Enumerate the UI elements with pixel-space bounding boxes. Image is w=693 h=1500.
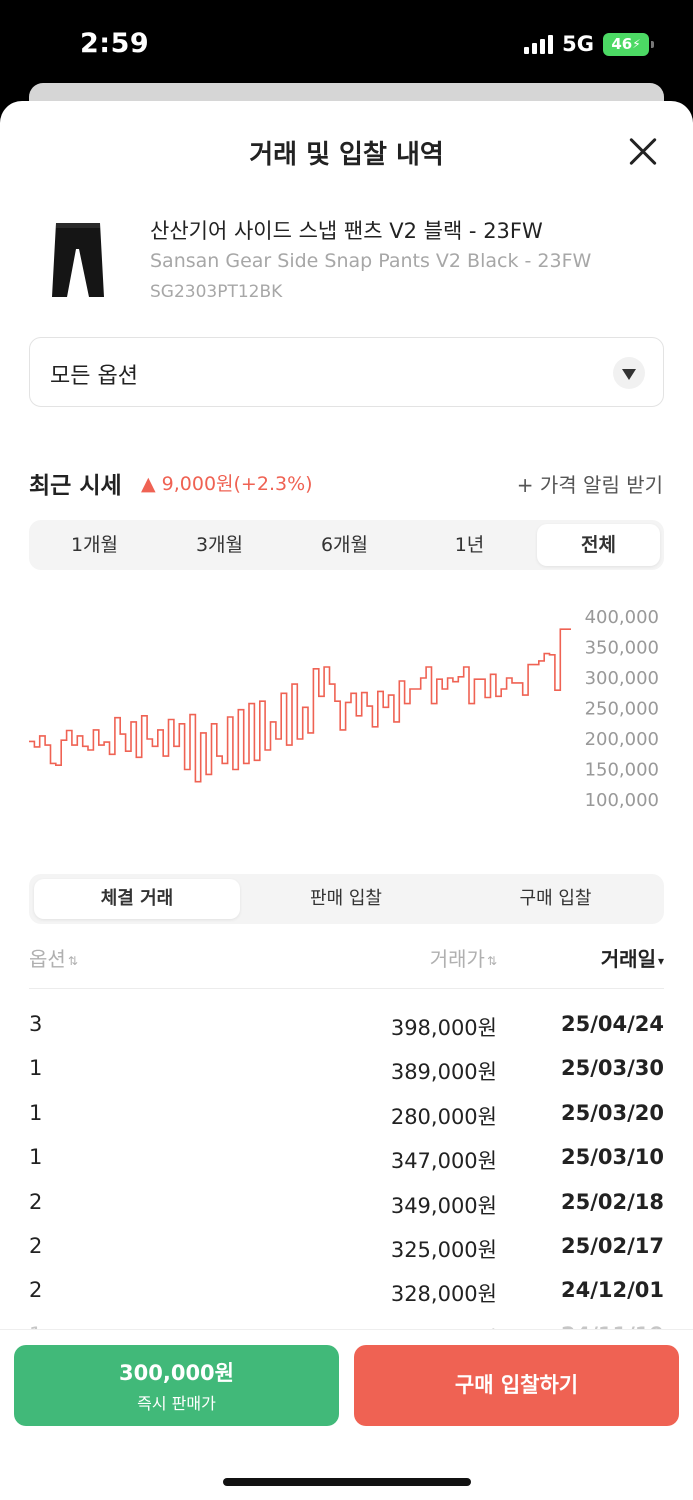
tab-completed-trades[interactable]: 체결 거래 xyxy=(34,879,240,919)
header-date[interactable]: 거래일 ▾ xyxy=(601,943,664,972)
row-price: 328,000원 xyxy=(390,1282,497,1307)
product-name-korean: 산산기어 사이드 스냅 팬츠 V2 블랙 - 23FW xyxy=(150,219,543,243)
option-dropdown[interactable]: 모든 옵션 xyxy=(29,337,664,407)
home-indicator xyxy=(223,1478,471,1486)
row-option: 1 xyxy=(29,1145,43,1170)
row-price: 325,000원 xyxy=(390,1237,497,1262)
tab-1-year[interactable]: 1년 xyxy=(408,524,531,566)
charging-bolt-icon: ⚡ xyxy=(632,37,641,51)
row-date: 25/03/10 xyxy=(560,1145,664,1170)
bottom-action-bar: 300,000원 즉시 판매가 구매 입찰하기 xyxy=(0,1329,693,1500)
tab-buy-bids[interactable]: 구매 입찰 xyxy=(452,879,659,919)
row-date: 25/02/18 xyxy=(560,1189,664,1214)
row-date: 25/04/24 xyxy=(560,1012,664,1036)
instant-sell-label: 즉시 판매가 xyxy=(137,1394,216,1413)
row-price: 349,000원 xyxy=(390,1193,497,1218)
table-row: 2 349,000원 25/02/18 xyxy=(29,1184,664,1228)
row-option: 2 xyxy=(29,1278,43,1303)
price-alert-button[interactable]: + 가격 알림 받기 xyxy=(517,469,663,498)
status-time: 2:59 xyxy=(80,28,150,59)
table-row: 1 280,000원 25/03/20 xyxy=(29,1095,664,1139)
row-option: 2 xyxy=(29,1189,43,1214)
battery-icon: 46 ⚡ xyxy=(603,32,654,56)
trade-table-body: 3 398,000원 25/04/24 1 389,000원 25/03/30 … xyxy=(29,1006,664,1361)
trade-tabs: 체결 거래 판매 입찰 구매 입찰 xyxy=(29,874,664,924)
product-code: SG2303PT12BK xyxy=(150,282,283,302)
period-tabs: 1개월 3개월 6개월 1년 전체 xyxy=(29,520,664,570)
row-price: 280,000원 xyxy=(390,1104,497,1129)
status-bar: 2:59 5G 46 ⚡ xyxy=(0,0,693,90)
tab-all[interactable]: 전체 xyxy=(537,524,660,566)
status-indicators: 5G 46 ⚡ xyxy=(524,32,654,56)
table-row: 2 328,000원 24/12/01 xyxy=(29,1272,664,1316)
row-option: 3 xyxy=(29,1012,43,1036)
instant-sell-price: 300,000원 xyxy=(119,1361,234,1385)
sheet-title: 거래 및 입찰 내역 xyxy=(249,140,444,170)
y-tick-label: 150,000 xyxy=(585,760,659,781)
tab-3-months[interactable]: 3개월 xyxy=(158,524,281,566)
table-row: 1 389,000원 25/03/30 xyxy=(29,1050,664,1094)
row-date: 24/12/01 xyxy=(560,1278,664,1303)
tab-1-month[interactable]: 1개월 xyxy=(33,524,156,566)
price-change: ▲ 9,000원(+2.3%) xyxy=(141,473,313,495)
row-price: 398,000원 xyxy=(390,1016,497,1040)
recent-price-label: 최근 시세 xyxy=(29,473,122,499)
trade-history-sheet: 거래 및 입찰 내역 산산기어 사이드 스냅 팬츠 V2 블랙 - 23FW S… xyxy=(0,101,693,1500)
row-price: 347,000원 xyxy=(390,1149,497,1174)
y-tick-label: 400,000 xyxy=(585,607,659,628)
header-price[interactable]: 거래가 ⇅ xyxy=(430,943,497,972)
buy-bid-button[interactable]: 구매 입찰하기 xyxy=(354,1345,679,1426)
pants-icon xyxy=(52,223,104,297)
chevron-down-icon xyxy=(613,357,645,389)
table-row: 3 398,000원 25/04/24 xyxy=(29,1006,664,1050)
table-row: 2 325,000원 25/02/17 xyxy=(29,1228,664,1272)
header-option-label: 옵션 xyxy=(29,947,66,971)
instant-sell-button[interactable]: 300,000원 즉시 판매가 xyxy=(14,1345,339,1426)
sort-icon: ⇅ xyxy=(67,953,78,968)
y-tick-label: 300,000 xyxy=(585,668,659,689)
close-button[interactable] xyxy=(622,131,664,173)
trade-table-header: 옵션 ⇅ 거래가 ⇅ 거래일 ▾ xyxy=(29,941,664,989)
row-date: 25/03/20 xyxy=(560,1100,664,1125)
network-type: 5G xyxy=(562,32,594,56)
row-option: 2 xyxy=(29,1233,43,1258)
row-option: 1 xyxy=(29,1056,43,1081)
y-tick-label: 250,000 xyxy=(585,699,659,720)
header-option[interactable]: 옵션 ⇅ xyxy=(29,943,78,972)
tab-sell-bids[interactable]: 판매 입찰 xyxy=(242,879,450,919)
product-name-english: Sansan Gear Side Snap Pants V2 Black - 2… xyxy=(150,250,592,272)
row-date: 25/03/30 xyxy=(560,1056,664,1081)
battery-level: 46 xyxy=(611,35,633,53)
sort-desc-icon: ▾ xyxy=(657,953,664,968)
row-price: 389,000원 xyxy=(390,1060,497,1085)
option-dropdown-label: 모든 옵션 xyxy=(50,364,138,389)
cellular-signal-icon xyxy=(524,34,554,54)
y-tick-label: 100,000 xyxy=(585,790,659,811)
y-tick-label: 200,000 xyxy=(585,729,659,750)
row-date: 25/02/17 xyxy=(560,1233,664,1258)
product-image xyxy=(29,211,127,309)
y-tick-label: 350,000 xyxy=(585,638,659,659)
header-date-label: 거래일 xyxy=(600,947,656,971)
price-chart: 400,000 350,000 300,000 250,000 200,000 150,0… xyxy=(29,607,659,811)
row-option: 1 xyxy=(29,1100,43,1125)
tab-6-months[interactable]: 6개월 xyxy=(283,524,406,566)
price-line xyxy=(29,628,571,783)
sort-icon: ⇅ xyxy=(486,953,497,968)
header-price-label: 거래가 xyxy=(429,947,485,971)
table-row: 1 347,000원 25/03/10 xyxy=(29,1139,664,1183)
